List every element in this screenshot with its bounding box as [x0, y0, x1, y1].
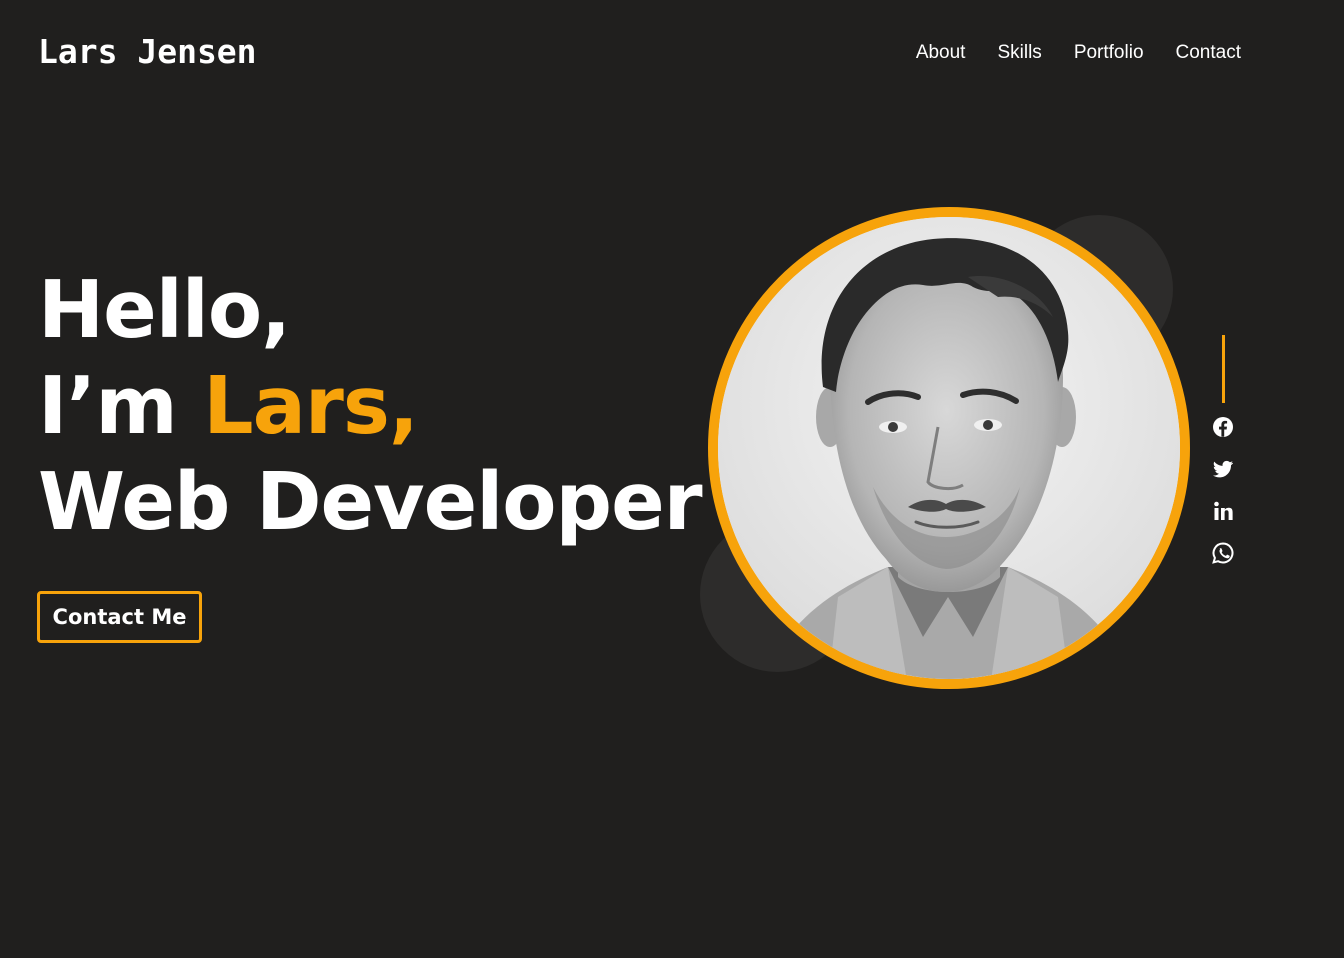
profile-photo	[708, 207, 1190, 689]
whatsapp-icon[interactable]	[1211, 541, 1235, 565]
nav-link-about[interactable]: About	[916, 41, 966, 65]
main-nav: About Skills Portfolio Contact	[916, 41, 1241, 65]
hero-name: Lars,	[203, 360, 419, 452]
contact-me-button[interactable]: Contact Me	[37, 591, 202, 643]
nav-link-contact[interactable]: Contact	[1176, 41, 1241, 65]
hero-role: Web Developer	[38, 456, 703, 548]
site-logo[interactable]: Lars Jensen	[38, 30, 257, 74]
facebook-icon[interactable]	[1211, 415, 1235, 439]
portrait-image	[718, 217, 1180, 679]
linkedin-icon[interactable]	[1211, 499, 1235, 523]
nav-link-skills[interactable]: Skills	[997, 41, 1041, 65]
hero-heading: Hello, I’m Lars, Web Developer	[38, 262, 703, 550]
social-accent-bar	[1221, 335, 1225, 403]
social-links	[1208, 335, 1238, 583]
twitter-icon[interactable]	[1211, 457, 1235, 481]
hero-greeting: Hello,	[38, 264, 291, 356]
hero-intro-line: I’m Lars,	[38, 358, 702, 454]
nav-link-portfolio[interactable]: Portfolio	[1074, 41, 1144, 65]
hero-intro-prefix: I’m	[38, 360, 204, 452]
page: Lars Jensen About Skills Portfolio Conta…	[0, 0, 1344, 958]
